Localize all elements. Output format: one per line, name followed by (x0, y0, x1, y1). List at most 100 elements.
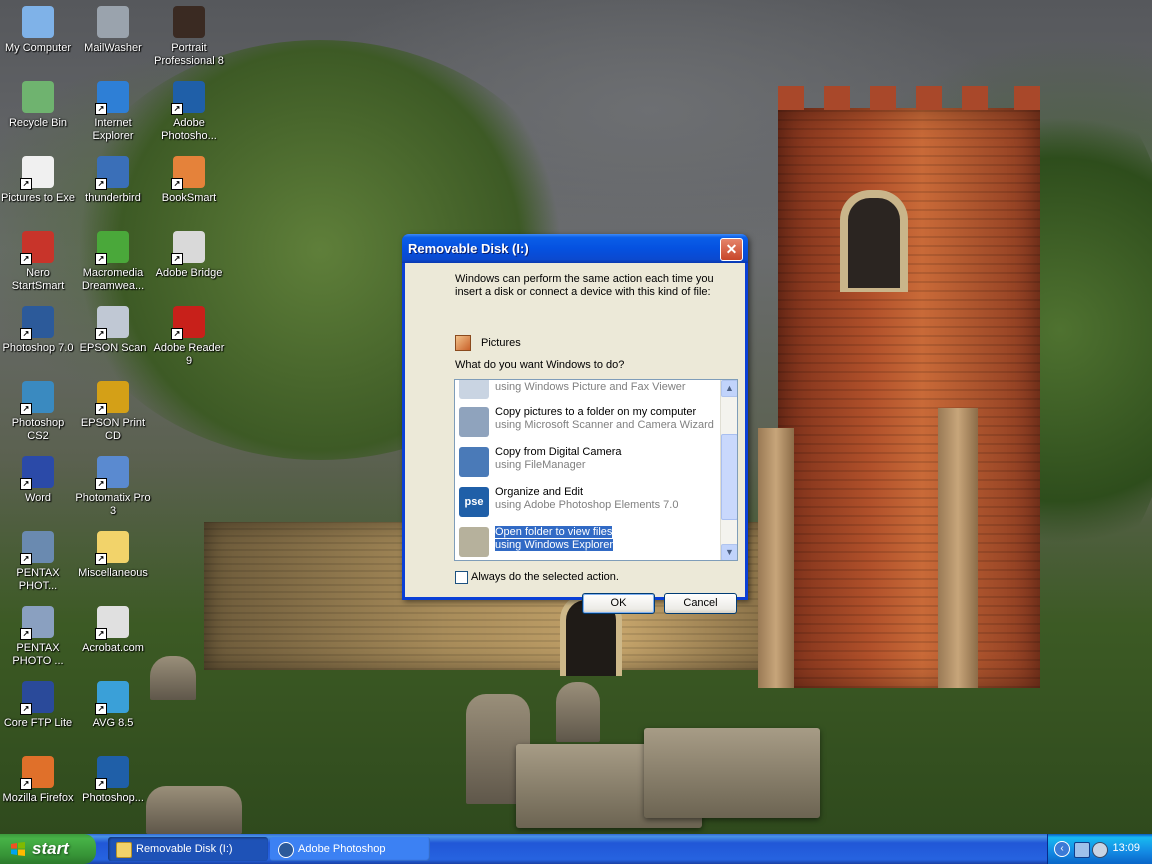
desktop-icon-portrait-professional[interactable]: Portrait Professional 8 (151, 6, 227, 68)
desktop-icon-epson-print-cd[interactable]: ↗ EPSON Print CD (75, 381, 151, 443)
desktop-icon-label: Adobe Photosho... (161, 117, 217, 142)
desktop-icon-miscellaneous[interactable]: ↗ Miscellaneous (75, 531, 151, 580)
desktop-icon-booksmart[interactable]: ↗ BookSmart (151, 156, 227, 205)
mailwasher-icon (97, 6, 129, 38)
desktop-icon-label: Acrobat.com (82, 642, 144, 654)
cancel-button[interactable]: Cancel (664, 593, 737, 614)
desktop-icon-label: PENTAX PHOT... (16, 567, 60, 592)
desktop-icon-label: Mozilla Firefox (2, 792, 74, 804)
shortcut-arrow-icon: ↗ (95, 253, 107, 265)
desktop-icon-photomatix[interactable]: ↗ Photomatix Pro 3 (75, 456, 151, 518)
action-item[interactable]: Open folder to view files using Windows E… (459, 524, 717, 560)
question-text: What do you want Windows to do? (455, 359, 625, 371)
scroll-down-button[interactable]: ▼ (721, 544, 737, 560)
pictures-icon (455, 335, 471, 351)
desktop-icon-label: Core FTP Lite (3, 717, 73, 729)
desktop-icon-nero-startsmart[interactable]: ↗ Nero StartSmart (0, 231, 76, 293)
adobe-bridge-icon: ↗ (171, 231, 205, 265)
folder-icon: ↗ (95, 531, 129, 565)
desktop-icon-word[interactable]: ↗ Word (0, 456, 76, 505)
desktop-icon-pentax-photo-2[interactable]: ↗ PENTAX PHOTO ... (0, 606, 76, 668)
pentax-icon: ↗ (20, 606, 54, 640)
shortcut-arrow-icon: ↗ (20, 478, 32, 490)
action-item[interactable]: using Windows Picture and Fax Viewer (459, 380, 717, 404)
nero-icon: ↗ (20, 231, 54, 265)
close-icon: ✕ (725, 241, 738, 257)
desktop-icon-adobe-reader[interactable]: ↗ Adobe Reader 9 (151, 306, 227, 368)
scroll-up-button[interactable]: ▲ (721, 380, 737, 397)
avg-icon: ↗ (95, 681, 129, 715)
booksmart-icon: ↗ (171, 156, 205, 190)
desktop-icon-pentax-photo-1[interactable]: ↗ PENTAX PHOT... (0, 531, 76, 593)
desktop-icon-thunderbird[interactable]: ↗ thunderbird (75, 156, 151, 205)
desktop-icon-label: Photoshop 7.0 (2, 342, 74, 354)
shortcut-arrow-icon: ↗ (20, 628, 32, 640)
action-subtitle: using FileManager (495, 459, 586, 471)
shortcut-arrow-icon: ↗ (95, 178, 107, 190)
network-icon[interactable] (1074, 842, 1090, 858)
recycle-bin-icon (22, 81, 54, 113)
desktop-icon-adobe-bridge[interactable]: ↗ Adobe Bridge (151, 231, 227, 280)
shortcut-arrow-icon: ↗ (95, 103, 107, 115)
ok-button[interactable]: OK (582, 593, 655, 614)
action-item[interactable]: Copy from Digital Camera using FileManage… (459, 444, 717, 482)
vertical-scrollbar[interactable]: ▲ ▼ (720, 380, 737, 560)
desktop-icon-core-ftp-lite[interactable]: ↗ Core FTP Lite (0, 681, 76, 730)
desktop-icon-label: Photoshop CS2 (11, 417, 65, 442)
desktop-icon-recycle-bin[interactable]: Recycle Bin (0, 81, 76, 130)
desktop-icon-adobe-photoshop-elements[interactable]: ↗ Adobe Photosho... (151, 81, 227, 143)
desktop-icon-photoshop-elements[interactable]: ↗ Photoshop... (75, 756, 151, 805)
dreamweaver-icon: ↗ (95, 231, 129, 265)
desktop-icon-photoshop-7[interactable]: ↗ Photoshop 7.0 (0, 306, 76, 355)
epson-print-cd-icon: ↗ (95, 381, 129, 415)
shortcut-arrow-icon: ↗ (20, 328, 32, 340)
action-item[interactable]: Copy pictures to a folder on my computer… (459, 404, 717, 442)
core-ftp-icon: ↗ (20, 681, 54, 715)
action-subtitle: using Windows Picture and Fax Viewer (495, 381, 686, 393)
portrait-professional-icon (173, 6, 205, 38)
desktop-icon-my-computer[interactable]: My Computer (0, 6, 76, 55)
action-subtitle: using Windows Explorer (495, 539, 613, 551)
wallpaper-gravestone (146, 786, 242, 834)
shortcut-arrow-icon: ↗ (20, 253, 32, 265)
wallpaper-tower-window (840, 190, 908, 292)
desktop-icon-firefox[interactable]: ↗ Mozilla Firefox (0, 756, 76, 805)
start-button[interactable]: start (0, 834, 96, 864)
pse-icon: ↗ (171, 81, 205, 115)
desktop-icon-photoshop-cs2[interactable]: ↗ Photoshop CS2 (0, 381, 76, 443)
wallpaper-gravestone (556, 682, 600, 742)
taskbar: start Removable Disk (I:) Adobe Photosho… (0, 834, 1152, 864)
photomatix-icon: ↗ (95, 456, 129, 490)
always-do-label[interactable]: Always do the selected action. (471, 571, 619, 583)
desktop-icon-label: Internet Explorer (92, 117, 134, 142)
scanner-wizard-icon (459, 407, 489, 437)
clock[interactable]: 13:09 (1112, 842, 1140, 854)
always-do-checkbox[interactable] (455, 571, 468, 584)
dialog-titlebar[interactable]: Removable Disk (I:) ✕ (402, 234, 748, 263)
fax-viewer-icon (459, 380, 489, 399)
desktop-icon-internet-explorer[interactable]: ↗ Internet Explorer (75, 81, 151, 143)
shortcut-arrow-icon: ↗ (20, 403, 32, 415)
pse-icon: ↗ (95, 756, 129, 790)
taskbar-button-removable-disk[interactable]: Removable Disk (I:) (108, 837, 268, 861)
photoshop-icon: ↗ (20, 306, 54, 340)
action-list[interactable]: using Windows Picture and Fax Viewer Copy… (454, 379, 738, 561)
desktop-icon-label: EPSON Print CD (80, 417, 146, 442)
action-subtitle: using Adobe Photoshop Elements 7.0 (495, 499, 679, 511)
action-item[interactable]: pse Organize and Edit using Adobe Photosho… (459, 484, 717, 522)
safely-remove-hardware-icon[interactable] (1092, 842, 1108, 858)
scroll-thumb[interactable] (721, 434, 737, 520)
content-type-label: Pictures (481, 337, 521, 349)
chevron-left-icon[interactable]: ‹ (1054, 841, 1070, 857)
desktop-icon-label: My Computer (4, 42, 72, 54)
close-button[interactable]: ✕ (720, 238, 743, 261)
word-icon: ↗ (20, 456, 54, 490)
desktop-icon-acrobat-com[interactable]: ↗ Acrobat.com (75, 606, 151, 655)
action-title: Copy pictures to a folder on my computer (495, 406, 697, 418)
desktop-icon-avg[interactable]: ↗ AVG 8.5 (75, 681, 151, 730)
desktop-icon-macromedia-dreamweaver[interactable]: ↗ Macromedia Dreamwea... (75, 231, 151, 293)
desktop-icon-pictures-to-exe[interactable]: ↗ Pictures to Exe (0, 156, 76, 205)
desktop-icon-epson-scan[interactable]: ↗ EPSON Scan (75, 306, 151, 355)
taskbar-button-photoshop[interactable]: Adobe Photoshop (270, 837, 430, 861)
desktop-icon-mailwasher[interactable]: MailWasher (75, 6, 151, 55)
